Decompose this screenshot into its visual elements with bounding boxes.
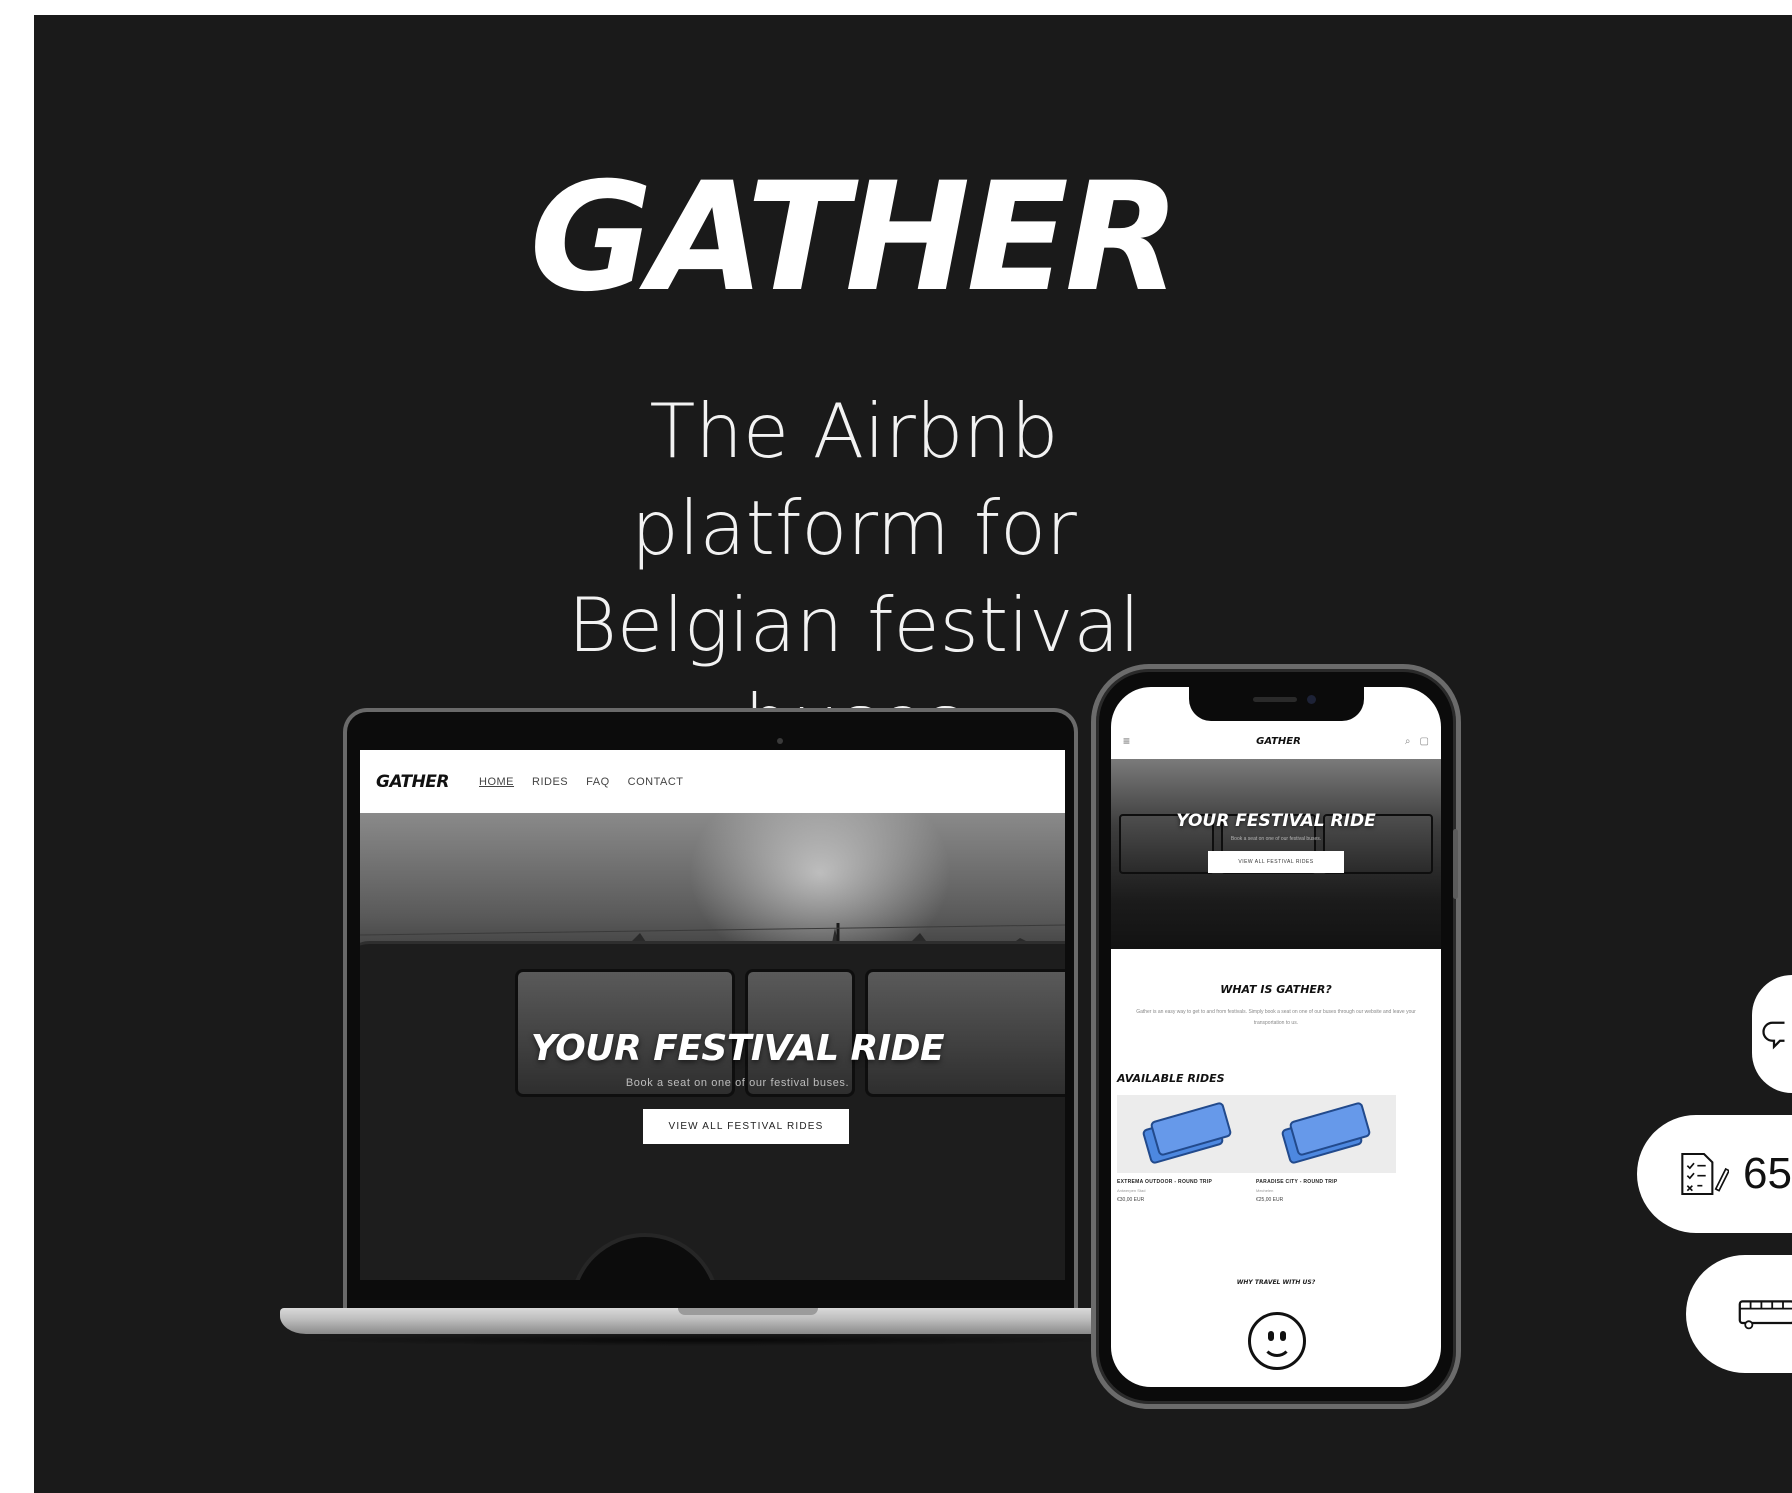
laptop-lid: GATHER HOME RIDES FAQ CONTACT YOUR FESTI… bbox=[343, 708, 1078, 1308]
laptop-mockup: GATHER HOME RIDES FAQ CONTACT YOUR FESTI… bbox=[280, 708, 1140, 1348]
hero-title: YOUR FESTIVAL RIDE bbox=[530, 1028, 945, 1069]
phone-speaker bbox=[1253, 697, 1297, 702]
ride-title: PARADISE CITY - ROUND TRIP bbox=[1256, 1179, 1338, 1185]
ride-location: Antwerpen Stad bbox=[1117, 1188, 1146, 1193]
what-is-gather-title: WHAT IS GATHER? bbox=[1220, 983, 1332, 996]
phone-camera bbox=[1307, 695, 1316, 704]
hamburger-menu-icon[interactable]: ≡ bbox=[1123, 734, 1130, 748]
nav-link-contact[interactable]: CONTACT bbox=[628, 776, 684, 788]
gather-logo: GATHER bbox=[529, 151, 1181, 325]
bus-pill[interactable] bbox=[1686, 1255, 1792, 1373]
bus-icon bbox=[1738, 1300, 1792, 1330]
mobile-site-logo[interactable]: GATHER bbox=[1256, 736, 1301, 747]
cart-icon[interactable]: ▢ bbox=[1420, 736, 1429, 747]
mobile-nav-icons: ⌕ ▢ bbox=[1405, 736, 1429, 747]
site-navbar: GATHER HOME RIDES FAQ CONTACT bbox=[360, 750, 1065, 813]
mobile-hero-banner: YOUR FESTIVAL RIDE Book a seat on one of… bbox=[1111, 759, 1441, 949]
smiley-mouth bbox=[1262, 1337, 1292, 1357]
hero-banner: YOUR FESTIVAL RIDE Book a seat on one of… bbox=[360, 813, 1065, 1280]
stat-value: 65 bbox=[1743, 1149, 1792, 1198]
ride-title: EXTREMA OUTDOOR - ROUND TRIP bbox=[1117, 1179, 1213, 1185]
smiley-icon bbox=[1248, 1312, 1306, 1370]
ride-ticket-image bbox=[1117, 1095, 1257, 1173]
ride-price: €30,00 EUR bbox=[1117, 1197, 1145, 1203]
laptop-camera bbox=[777, 738, 783, 744]
laptop-shadow bbox=[300, 1334, 1120, 1346]
mobile-hero-subtitle: Book a seat on one of our festival buses… bbox=[1230, 836, 1322, 842]
why-travel-title: WHY TRAVEL WITH US? bbox=[1236, 1279, 1316, 1286]
chat-bubbles-icon bbox=[1762, 1021, 1785, 1050]
mobile-view-all-rides-button[interactable]: VIEW ALL FESTIVAL RIDES bbox=[1208, 851, 1344, 873]
phone-notch bbox=[1189, 687, 1364, 721]
site-logo[interactable]: GATHER bbox=[376, 772, 450, 792]
ride-card[interactable]: PARADISE CITY - ROUND TRIP Mechelen €25,… bbox=[1256, 1095, 1396, 1215]
phone-mockup: ≡ GATHER ⌕ ▢ YOUR FESTIVAL RIDE Book a s… bbox=[1091, 664, 1461, 1409]
ride-ticket-image bbox=[1256, 1095, 1396, 1173]
ride-location: Mechelen bbox=[1256, 1188, 1274, 1193]
nav-link-rides[interactable]: RIDES bbox=[532, 776, 568, 788]
mobile-hero-title: YOUR FESTIVAL RIDE bbox=[1176, 811, 1376, 831]
phone-side-button bbox=[1453, 829, 1458, 899]
available-rides-title: AVAILABLE RIDES bbox=[1117, 1072, 1225, 1085]
search-icon[interactable]: ⌕ bbox=[1405, 736, 1411, 747]
tagline-line-1: The Airbnb platform for bbox=[631, 387, 1077, 572]
view-all-rides-button[interactable]: VIEW ALL FESTIVAL RIDES bbox=[643, 1109, 849, 1144]
nav-link-faq[interactable]: FAQ bbox=[586, 776, 610, 788]
phone-screen: ≡ GATHER ⌕ ▢ YOUR FESTIVAL RIDE Book a s… bbox=[1111, 687, 1441, 1387]
chat-pill[interactable] bbox=[1752, 975, 1792, 1093]
checklist-icon bbox=[1681, 1152, 1730, 1196]
ride-card[interactable]: EXTREMA OUTDOOR - ROUND TRIP Antwerpen S… bbox=[1117, 1095, 1257, 1215]
laptop-base-notch bbox=[678, 1308, 818, 1315]
stats-pill[interactable]: 65 bbox=[1637, 1115, 1792, 1233]
showcase-panel: GATHER The Airbnb platform for Belgian f… bbox=[34, 15, 1792, 1493]
hero-subtitle: Book a seat on one of our festival buses… bbox=[625, 1077, 850, 1089]
ride-price: €25,00 EUR bbox=[1256, 1197, 1284, 1203]
what-is-gather-text: Gather is an easy way to get to and from… bbox=[1136, 1009, 1416, 1026]
mobile-navbar: ≡ GATHER ⌕ ▢ bbox=[1111, 723, 1441, 759]
nav-link-home[interactable]: HOME bbox=[479, 776, 514, 788]
laptop-screen: GATHER HOME RIDES FAQ CONTACT YOUR FESTI… bbox=[360, 750, 1065, 1280]
